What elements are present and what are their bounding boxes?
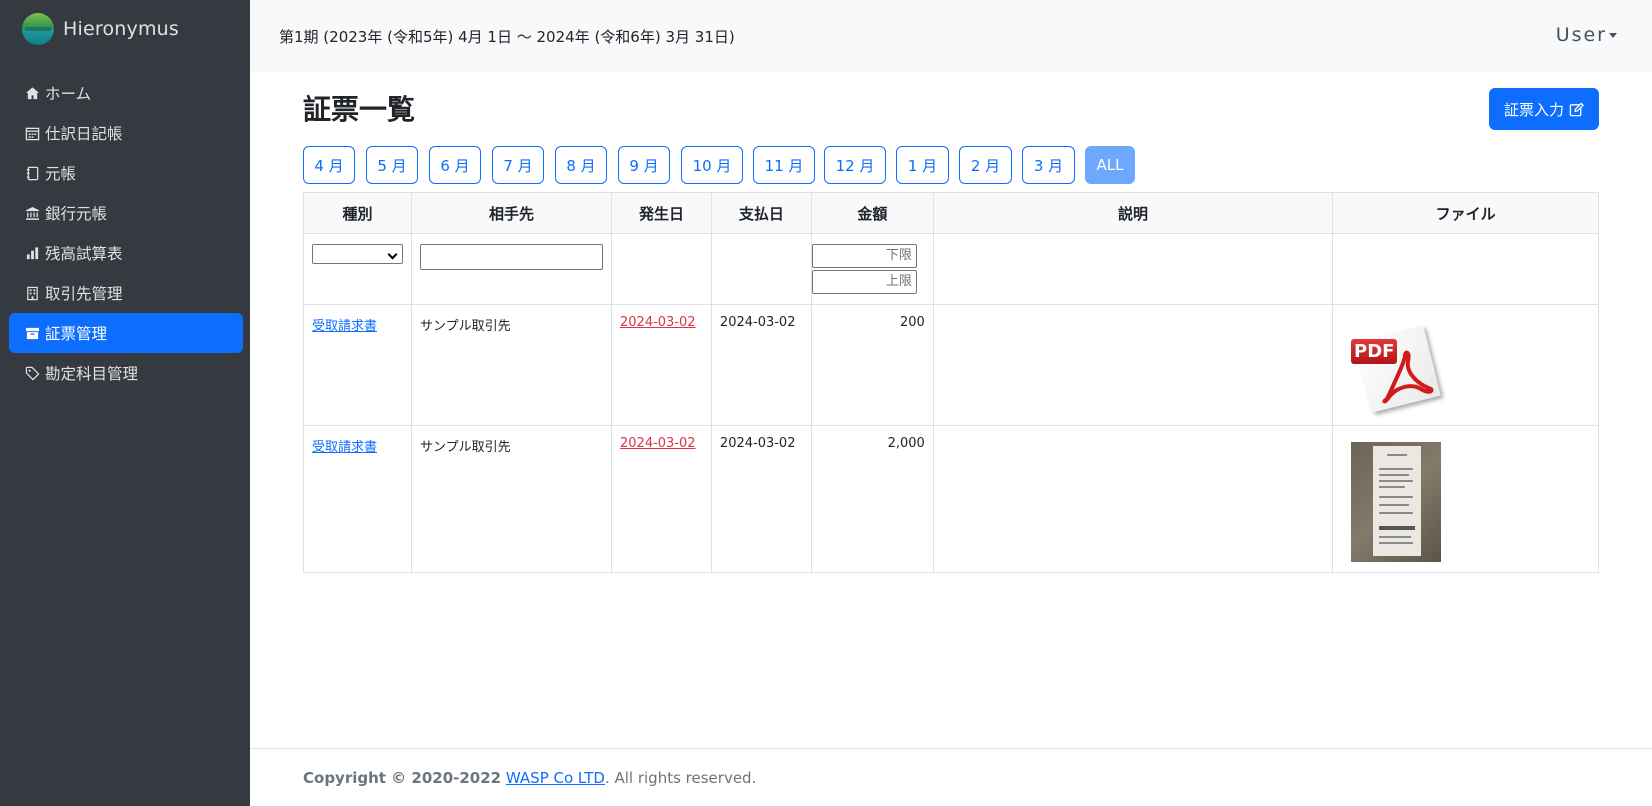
filter-row: 下限 上限 xyxy=(303,233,1599,305)
brand-logo-icon xyxy=(22,13,54,45)
calendar-icon xyxy=(24,125,40,141)
column-header-paid[interactable]: 支払日 xyxy=(710,192,812,234)
copyright-text: Copyright © 2020-2022 xyxy=(303,769,502,787)
company-link[interactable]: WASP Co LTD xyxy=(506,769,605,787)
fiscal-period: 第1期 (2023年 (令和5年) 4月 1日 〜 2024年 (令和6年) 3… xyxy=(279,28,735,46)
new-voucher-button[interactable]: 証票入力 xyxy=(1489,88,1599,130)
sidebar-item-label: 証票管理 xyxy=(45,325,108,343)
partner-cell: サンプル取引先 xyxy=(411,425,612,573)
sidebar-item-label: 勘定科目管理 xyxy=(45,365,139,383)
month-button-5[interactable]: 5 月 xyxy=(366,146,418,184)
sidebar-item-label: 残高試算表 xyxy=(45,245,123,263)
month-button-all[interactable]: ALL xyxy=(1085,146,1135,184)
column-header-partner[interactable]: 相手先 xyxy=(411,192,612,234)
archive-icon xyxy=(24,325,40,341)
month-button-8[interactable]: 8 月 xyxy=(555,146,607,184)
building-icon xyxy=(24,285,40,301)
month-button-3[interactable]: 3 月 xyxy=(1022,146,1075,184)
column-header-description[interactable]: 説明 xyxy=(932,192,1334,234)
sidebar-item-accounts[interactable]: 勘定科目管理 xyxy=(9,353,243,393)
user-menu[interactable]: User xyxy=(1556,24,1617,46)
amount-min-input[interactable]: 下限 xyxy=(811,244,917,268)
column-header-amount[interactable]: 金額 xyxy=(810,192,934,234)
pdf-file-thumbnail[interactable]: PDF xyxy=(1351,325,1441,415)
receipt-paper xyxy=(1373,446,1422,556)
paid-date-cell: 2024-03-02 xyxy=(710,425,812,573)
journal-icon xyxy=(24,165,40,181)
sidebar-item-vouchers[interactable]: 証票管理 xyxy=(9,313,243,353)
page-title: 証票一覧 xyxy=(303,93,416,126)
bank-icon xyxy=(24,205,40,221)
sidebar-item-home[interactable]: ホーム xyxy=(9,73,243,113)
table-header-row: 種別 相手先 発生日 支払日 金額 説明 ファイル xyxy=(303,192,1599,234)
footer-text: Copyright © 2020-2022 WASP Co LTD. All r… xyxy=(303,769,756,787)
table-row: 受取請求書 サンプル取引先 2024-03-02 2024-03-02 2,00… xyxy=(303,425,1599,573)
occurred-date-link[interactable]: 2024-03-02 xyxy=(620,436,696,451)
partner-filter-input[interactable] xyxy=(420,244,603,270)
footer: Copyright © 2020-2022 WASP Co LTD. All r… xyxy=(250,748,1652,806)
month-button-2[interactable]: 2 月 xyxy=(959,146,1012,184)
user-name: User xyxy=(1555,24,1607,46)
month-button-7[interactable]: 7 月 xyxy=(492,146,544,184)
month-button-10[interactable]: 10 月 xyxy=(681,146,743,184)
sidebar-nav: ホーム 仕訳日記帳 元帳 銀行元帳 残高試算表 取引先管理 証票管理 勘定科目管… xyxy=(9,73,243,393)
sidebar-item-trial-balance[interactable]: 残高試算表 xyxy=(9,233,243,273)
sidebar-item-label: ホーム xyxy=(45,85,92,103)
description-cell xyxy=(932,425,1334,573)
type-filter-select[interactable] xyxy=(312,244,403,264)
partner-cell: サンプル取引先 xyxy=(411,304,612,426)
column-header-type[interactable]: 種別 xyxy=(303,192,412,234)
sidebar-item-label: 仕訳日記帳 xyxy=(45,125,123,143)
sidebar-item-journal[interactable]: 仕訳日記帳 xyxy=(9,113,243,153)
occurred-date-link[interactable]: 2024-03-02 xyxy=(620,315,696,330)
month-button-9[interactable]: 9 月 xyxy=(618,146,670,184)
sidebar-item-ledger[interactable]: 元帳 xyxy=(9,153,243,193)
caret-down-icon xyxy=(1609,33,1617,38)
top-bar: 第1期 (2023年 (令和5年) 4月 1日 〜 2024年 (令和6年) 3… xyxy=(250,0,1652,72)
voucher-type-link[interactable]: 受取請求書 xyxy=(312,319,377,334)
month-button-1[interactable]: 1 月 xyxy=(896,146,949,184)
sidebar: Hieronymus ホーム 仕訳日記帳 元帳 銀行元帳 残高試算表 取引先管理 xyxy=(0,0,250,806)
pencil-square-icon xyxy=(1569,102,1584,116)
sidebar-item-label: 取引先管理 xyxy=(45,285,123,303)
sidebar-item-bank-ledger[interactable]: 銀行元帳 xyxy=(9,193,243,233)
tag-icon xyxy=(24,365,40,381)
column-header-file[interactable]: ファイル xyxy=(1332,192,1599,234)
bar-chart-icon xyxy=(24,245,40,261)
column-header-occurred[interactable]: 発生日 xyxy=(611,192,712,234)
voucher-table: 種別 相手先 発生日 支払日 金額 説明 ファイル 下限 上限 受取請求書 サン… xyxy=(303,192,1599,573)
table-row: 受取請求書 サンプル取引先 2024-03-02 2024-03-02 200 … xyxy=(303,304,1599,426)
receipt-image-thumbnail[interactable] xyxy=(1351,442,1442,562)
amount-max-input[interactable]: 上限 xyxy=(811,270,917,294)
month-button-6[interactable]: 6 月 xyxy=(429,146,481,184)
pdf-badge: PDF xyxy=(1351,339,1398,364)
sidebar-item-label: 銀行元帳 xyxy=(45,205,108,223)
house-icon xyxy=(24,85,40,101)
sidebar-item-partners[interactable]: 取引先管理 xyxy=(9,273,243,313)
month-button-12[interactable]: 12 月 xyxy=(824,146,886,184)
amount-cell: 200 xyxy=(810,304,934,426)
brand[interactable]: Hieronymus xyxy=(22,12,179,46)
brand-name: Hieronymus xyxy=(63,18,180,40)
sidebar-item-label: 元帳 xyxy=(45,165,77,183)
voucher-type-link[interactable]: 受取請求書 xyxy=(312,440,377,455)
amount-cell: 2,000 xyxy=(810,425,934,573)
month-button-11[interactable]: 11 月 xyxy=(753,146,815,184)
paid-date-cell: 2024-03-02 xyxy=(710,304,812,426)
new-voucher-label: 証票入力 xyxy=(1503,100,1564,119)
description-cell xyxy=(932,304,1334,426)
month-button-4[interactable]: 4 月 xyxy=(303,146,355,184)
rights-text: . All rights reserved. xyxy=(604,769,757,787)
